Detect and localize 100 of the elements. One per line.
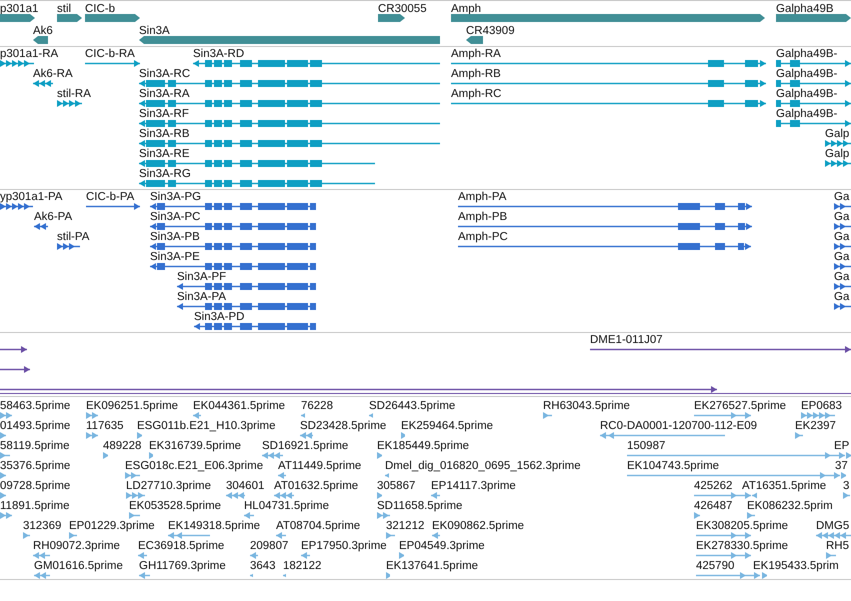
est-label: 11891.5prime (0, 499, 70, 513)
gene-label: CR43909 (466, 24, 515, 38)
est-label: 312369 (23, 519, 62, 533)
est-label: 425262 (694, 479, 732, 493)
est-label: DMG5 (816, 519, 850, 533)
protein-label: Sin3A-PD (194, 310, 244, 324)
est-label: RC0-DA0001-120700-112-E09 (600, 419, 758, 433)
est-label: RH63043.5prime (543, 399, 630, 413)
est-label: 182122 (283, 559, 322, 573)
est-label: 76228 (301, 399, 333, 413)
est-label: SD11658.5prime (377, 499, 462, 513)
protein-label: Sin3A-PF (177, 270, 226, 284)
transcript-label: Sin3A-RE (139, 147, 190, 161)
est-label: 01493.5prime (0, 419, 70, 433)
transcript-label: Sin3A-RG (139, 167, 191, 181)
transcript-label: Galp (825, 127, 850, 141)
est-label: AT01632.5prime (274, 479, 358, 493)
est-label: EK316739.5prime (149, 439, 242, 453)
protein-label: Ak6-PA (34, 210, 72, 224)
protein-label: Amph-PB (458, 210, 508, 224)
est-label: 209807 (250, 539, 288, 553)
est-label: 3643 (250, 559, 276, 573)
est-label: LD27710.3prime (126, 479, 212, 493)
est-label: 489228 (103, 439, 142, 453)
transcript-label: Galp (825, 147, 850, 161)
est-label: AT16351.5prime (742, 479, 826, 493)
est-label: 58119.5prime (0, 439, 70, 453)
est-label: GM01616.5prime (34, 559, 123, 573)
est-label: 35376.5prime (0, 459, 70, 473)
est-label: ESG011b.E21_H10.3prime (137, 419, 276, 433)
protein-label: Ga (834, 270, 850, 284)
est-label: EK2397 (795, 419, 836, 433)
protein-label: Amph-PA (458, 190, 506, 204)
transcript-label: p301a1-RA (0, 47, 58, 61)
transcript-label: Sin3A-RD (193, 47, 244, 61)
transcript-label: Sin3A-RF (139, 107, 189, 121)
est-label: EK149318.5prime (168, 519, 260, 533)
est-label: 58463.5prime (0, 399, 70, 413)
est-label: EK259464.5prime (401, 419, 494, 433)
protein-label: Ga (834, 250, 850, 264)
est-label: 425790 (696, 559, 734, 573)
est-label: EK137641.5prime (386, 559, 478, 573)
gene-label: p301a1 (0, 2, 38, 16)
gene-label: stil (57, 2, 72, 16)
protein-label: Ga (834, 190, 850, 204)
est-label: EP (834, 439, 850, 453)
protein-label: Sin3A-PB (150, 230, 200, 244)
est-label: EK308205.5prime (696, 519, 788, 533)
est-label: EP0683 (801, 399, 842, 413)
transcript-label: Galpha49B- (776, 107, 838, 121)
gene-label: Ak6 (33, 24, 53, 38)
transcript-label: stil-RA (57, 87, 91, 101)
transcript-label: Amph-RB (451, 67, 501, 81)
est-label: 117635 (86, 419, 124, 433)
gene-label: Amph (451, 2, 482, 16)
protein-label: Ga (834, 230, 850, 244)
protein-label: Sin3A-PG (150, 190, 202, 204)
est-label: EK278330.5prime (696, 539, 788, 553)
est-label: GH11769.3prime (139, 559, 226, 573)
est-label: 3 (843, 479, 850, 493)
est-label: EK053528.5prime (129, 499, 222, 513)
gene-label: Galpha49B (776, 2, 834, 16)
est-label: AT08704.5prime (276, 519, 360, 533)
transcript-label: CIC-b-RA (85, 47, 135, 61)
est-label: 304601 (226, 479, 264, 493)
est-label: EK090862.5prime (432, 519, 524, 533)
est-label: ESG018c.E21_E06.3prime (125, 459, 264, 473)
protein-label: Sin3A-PC (150, 210, 200, 224)
est-label: HL04731.5prime (244, 499, 330, 513)
est-label: EK104743.5prime (627, 459, 720, 473)
protein-label: Sin3A-PA (177, 290, 226, 304)
est-label: EP01229.3prime (69, 519, 155, 533)
est-label: Dmel_dig_016820_0695_1562.3prime (385, 459, 581, 473)
est-label: EP14117.3prime (431, 479, 516, 493)
est-label: EK044361.5prime (193, 399, 286, 413)
est-label: RH5 (826, 539, 850, 553)
transcript-label: Galpha49B- (776, 87, 838, 101)
transcript-label: Sin3A-RA (139, 87, 190, 101)
protein-label: stil-PA (57, 230, 90, 244)
est-label: SD16921.5prime (262, 439, 348, 453)
transcript-label: Galpha49B- (776, 67, 838, 81)
est-label: AT11449.5prime (278, 459, 362, 473)
protein-label: Ga (834, 210, 850, 224)
est-label: EP04549.3prime (399, 539, 485, 553)
est-label: EC36918.5prime (138, 539, 224, 553)
est-label: SD23428.5prime (300, 419, 386, 433)
transcript-label: Amph-RC (451, 87, 502, 101)
est-label: EK195433.5prim (753, 559, 839, 573)
gene-label: CR30055 (378, 2, 427, 16)
est-label: EK185449.5prime (377, 439, 470, 453)
est-label: EK086232.5prim (747, 499, 833, 513)
est-label: RH09072.3prime (33, 539, 120, 553)
transcript-label: Galpha49B- (776, 47, 838, 61)
est-label: SD26443.5prime (369, 399, 456, 413)
protein-label: Sin3A-PE (150, 250, 200, 264)
transcript-label: Sin3A-RB (139, 127, 190, 141)
est-label: 305867 (377, 479, 416, 493)
transcript-label: Amph-RA (451, 47, 501, 61)
protein-label: CIC-b-PA (86, 190, 134, 204)
protein-label: Ga (834, 290, 850, 304)
